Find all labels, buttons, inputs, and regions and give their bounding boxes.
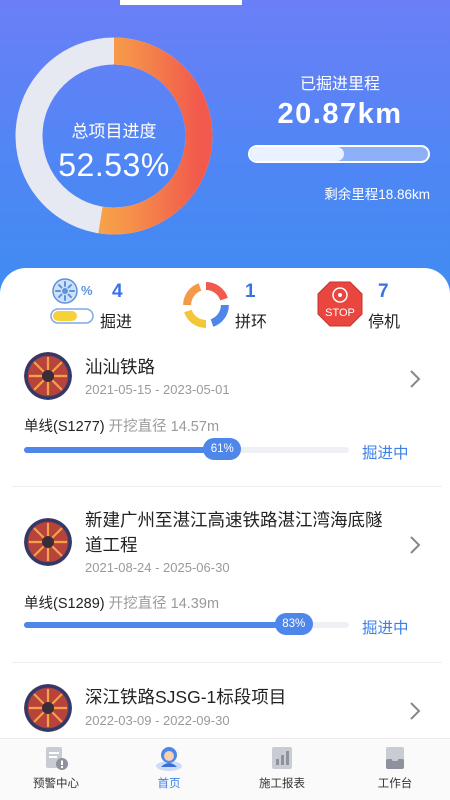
tab-home[interactable]: 首页 [129, 745, 209, 797]
stat-ring-assembly-count: 1 [245, 281, 256, 302]
project-dates: 2022-03-09 - 2022-09-30 [85, 713, 230, 728]
project-thumbnail [24, 518, 72, 566]
stat-ring-assembly[interactable]: 1 拼环 [183, 278, 283, 332]
project-card[interactable]: 汕汕铁路 2021-05-15 - 2023-05-01 单线(S1277) 开… [0, 350, 450, 480]
project-diameter: 开挖直径 14.57m [108, 419, 220, 435]
content-panel [0, 268, 450, 738]
bottom-tab-bar: 预警中心 首页 施工报表 工作台 [0, 738, 450, 800]
tab-workbench[interactable]: 工作台 [355, 745, 435, 797]
project-diameter: 开挖直径 14.39m [108, 596, 220, 612]
tab-home-label: 首页 [157, 778, 181, 790]
stat-stopped-label: 停机 [368, 314, 401, 331]
project-dates: 2021-05-15 - 2023-05-01 [85, 382, 230, 397]
dug-progress-bar [248, 145, 430, 163]
progress-value: 52.53% [58, 147, 170, 183]
workbench-icon [386, 747, 404, 769]
chevron-right-icon[interactable] [406, 534, 424, 556]
remaining-distance: 剩余里程18.86km [324, 187, 430, 202]
project-thumbnail [24, 352, 72, 400]
tab-construction-report-label: 施工报表 [259, 778, 305, 790]
donut-center: 总项目进度 52.53% [15, 37, 213, 235]
project-line-info: 单线(S1277) 开挖直径 14.57m [24, 415, 219, 436]
chevron-right-icon[interactable] [406, 368, 424, 390]
project-line-code: 单线(S1289) [24, 596, 105, 612]
project-name: 深江铁路SJSG-1标段项目 [85, 687, 287, 707]
divider [12, 662, 442, 663]
tunnel-boring-machine-image [24, 684, 72, 732]
report-chart-icon [272, 747, 292, 769]
stat-stopped-count: 7 [378, 281, 389, 302]
chevron-right-icon[interactable] [406, 700, 424, 722]
stat-tunneling-label: 掘进 [100, 314, 133, 331]
tab-construction-report[interactable]: 施工报表 [242, 745, 322, 797]
dug-progress-fill [250, 147, 345, 161]
top-tab-indicator [120, 0, 242, 5]
project-line-info: 单线(S1289) 开挖直径 14.39m [24, 592, 219, 613]
stat-stopped[interactable]: STOP 7 停机 [316, 278, 416, 332]
project-card[interactable]: 深江铁路SJSG-1标段项目 2022-03-09 - 2022-09-30 [0, 680, 450, 736]
tab-warning-center[interactable]: 预警中心 [16, 745, 96, 797]
tab-warning-center-label: 预警中心 [33, 778, 79, 790]
tunnel-boring-machine-image [24, 518, 72, 566]
project-card[interactable]: 新建广州至湛江高速铁路湛江湾海底隧道工程 2021-08-24 - 2025-0… [0, 510, 450, 652]
ring-assembly-icon [183, 282, 229, 328]
project-name: 新建广州至湛江高速铁路湛江湾海底隧道工程 [85, 510, 383, 555]
project-status: 掘进中 [362, 445, 409, 462]
summary-header: 总项目进度 52.53% 已掘进里程 20.87km 剩余里程18.86km [0, 0, 450, 300]
project-thumbnail [24, 684, 72, 732]
progress-label: 总项目进度 [71, 122, 157, 141]
project-progress-badge: 61% [203, 438, 242, 460]
percent-glyph: % [81, 283, 93, 298]
dug-distance-label: 已掘进里程 [299, 76, 380, 93]
project-progress-track: 61% [24, 438, 349, 460]
divider [12, 486, 442, 487]
project-dates: 2021-08-24 - 2025-06-30 [85, 560, 230, 575]
stop-sign-text: STOP [325, 307, 355, 319]
project-progress-fill [24, 622, 294, 628]
stat-ring-assembly-label: 拼环 [235, 314, 268, 331]
project-progress-track: 83% [24, 613, 349, 635]
project-line-code: 单线(S1277) [24, 419, 105, 435]
tab-workbench-label: 工作台 [377, 778, 413, 790]
tunneling-gauge-icon [50, 308, 94, 324]
project-name: 汕汕铁路 [85, 357, 155, 377]
project-status: 掘进中 [362, 620, 409, 637]
stat-tunneling[interactable]: % 4 掘进 [50, 278, 150, 332]
stat-tunneling-count: 4 [112, 281, 123, 302]
stop-sign-icon: STOP [317, 281, 363, 327]
dug-distance-value: 20.87km [277, 98, 403, 130]
warning-doc-icon [46, 747, 68, 770]
home-avatar-icon [156, 747, 182, 771]
tunnel-boring-machine-image [24, 352, 72, 400]
project-progress-badge: 83% [274, 613, 313, 635]
tunneling-machine-icon [52, 278, 78, 304]
project-progress-fill [24, 447, 223, 453]
